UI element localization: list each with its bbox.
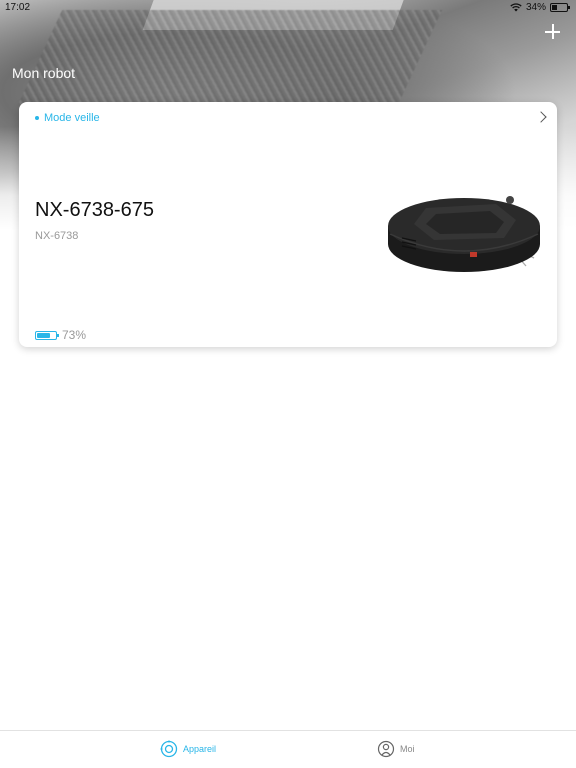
battery-status-icon (550, 3, 570, 12)
battery-percent: 73% (62, 328, 87, 342)
user-icon (377, 740, 395, 758)
device-status: Mode veille (35, 112, 100, 124)
add-device-button[interactable] (543, 22, 563, 42)
battery-fill (37, 332, 50, 338)
device-name: NX-6738-675 (35, 199, 154, 221)
tab-bar: Appareil Moi (0, 730, 576, 768)
tab-devices-label: Appareil (183, 744, 217, 754)
device-battery: 73% (35, 328, 86, 342)
battery-icon (35, 330, 59, 340)
device-model: NX-6738 (35, 230, 79, 242)
device-status-label: Mode veille (44, 112, 100, 124)
status-time: 17:02 (5, 2, 31, 13)
tab-me[interactable]: Moi (377, 740, 415, 758)
chevron-right-icon[interactable] (535, 111, 547, 123)
status-dot-icon (35, 116, 39, 120)
wifi-icon (510, 3, 522, 12)
device-target-icon (160, 740, 178, 758)
device-card[interactable]: Mode veille NX-6738-675 NX-6738 73% (19, 102, 557, 347)
tab-me-label: Moi (400, 744, 415, 754)
robot-vacuum-image (388, 196, 540, 272)
tab-devices[interactable]: Appareil (160, 740, 216, 758)
status-bar: 17:02 34% (0, 0, 576, 16)
status-battery-percent: 34% (525, 2, 546, 13)
page-title: Mon robot (12, 65, 76, 81)
